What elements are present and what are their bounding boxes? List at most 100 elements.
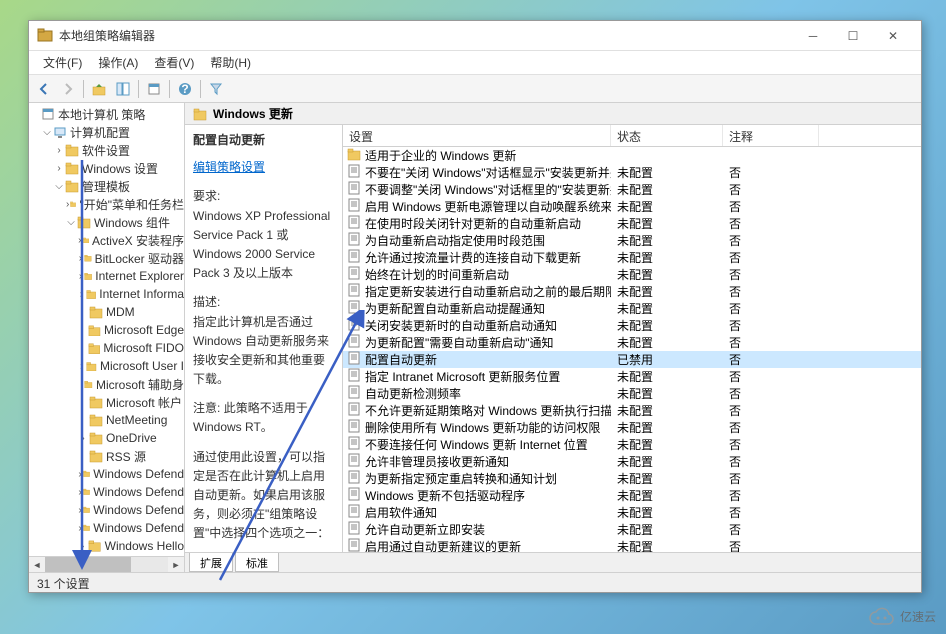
menu-file[interactable]: 文件(F) [35,52,90,73]
list-row[interactable]: 删除使用所有 Windows 更新功能的访问权限未配置否 [343,419,921,436]
list-row[interactable]: 为更新配置自动重新启动提醒通知未配置否 [343,300,921,317]
list-row[interactable]: 在使用时段关闭针对更新的自动重新启动未配置否 [343,215,921,232]
tree-item[interactable]: ›Internet Informa [29,285,184,303]
tab-standard[interactable]: 标准 [235,553,279,572]
maximize-button[interactable]: ☐ [833,22,873,50]
tree-computer-config[interactable]: ⌵计算机配置 [29,123,184,141]
help-button[interactable]: ? [174,78,196,100]
list-row[interactable]: 为更新配置"需要自动重新启动"通知未配置否 [343,334,921,351]
tree-item[interactable]: ⌵管理模板 [29,177,184,195]
list-row[interactable]: 不允许更新延期策略对 Windows 更新执行扫描未配置否 [343,402,921,419]
tree-item[interactable]: ›"开始"菜单和任务栏 [29,195,184,213]
list-row[interactable]: 关闭安装更新时的自动重新启动通知未配置否 [343,317,921,334]
setting-icon [347,198,361,215]
list-row[interactable]: 不要连接任何 Windows 更新 Internet 位置未配置否 [343,436,921,453]
titlebar[interactable]: 本地组策略编辑器 ─ ☐ ✕ [29,21,921,51]
tree-toggle[interactable]: ⌵ [53,181,65,192]
menu-help[interactable]: 帮助(H) [202,52,259,73]
tree-item[interactable]: ›Windows Defend [29,465,184,483]
setting-icon [347,181,361,198]
tree-toggle[interactable]: › [53,145,65,156]
list-row[interactable]: 为更新指定预定重启转换和通知计划未配置否 [343,470,921,487]
tree-label: Windows Hello [105,539,184,553]
tree-item[interactable]: ›ActiveX 安装程序 [29,231,184,249]
up-button[interactable] [88,78,110,100]
list-row[interactable]: 不要在"关闭 Windows"对话框显示"安装更新并关机"未配置否 [343,164,921,181]
list-row[interactable]: 启用通过自动更新建议的更新未配置否 [343,538,921,552]
close-button[interactable]: ✕ [873,22,913,50]
menu-action[interactable]: 操作(A) [90,52,146,73]
tree-hscroll[interactable]: ◄► [29,556,184,572]
tree-item[interactable]: ›Internet Explorer [29,267,184,285]
tree-label: OneDrive [106,431,157,445]
edit-policy-link[interactable]: 编辑 [193,160,217,174]
tree-toggle[interactable]: › [77,433,89,444]
tree-item[interactable]: ›Microsoft User I [29,357,184,375]
setting-state: 未配置 [611,521,723,538]
setting-comment: 否 [723,521,819,538]
list-row[interactable]: 始终在计划的时间重新启动未配置否 [343,266,921,283]
list-row[interactable]: 为自动重新启动指定使用时段范围未配置否 [343,232,921,249]
col-comment[interactable]: 注释 [723,125,819,146]
tree-toggle[interactable]: ⌵ [41,127,53,138]
list-row[interactable]: 自动更新检测频率未配置否 [343,385,921,402]
setting-name: 启用 Windows 更新电源管理以自动唤醒系统来安装计划的... [365,198,611,215]
list-row[interactable]: 允许非管理员接收更新通知未配置否 [343,453,921,470]
tree-toggle[interactable]: › [77,541,88,552]
forward-button[interactable] [57,78,79,100]
col-setting[interactable]: 设置 [343,125,611,146]
tree-item[interactable]: Microsoft 辅助身 [29,375,184,393]
list-row[interactable]: 指定 Intranet Microsoft 更新服务位置未配置否 [343,368,921,385]
tree-item[interactable]: ⌵Windows 组件 [29,213,184,231]
setting-name: 关闭安装更新时的自动重新启动通知 [365,317,557,334]
tree-item[interactable]: NetMeeting [29,411,184,429]
list-row[interactable]: 允许通过按流量计费的连接自动下载更新未配置否 [343,249,921,266]
tree-item[interactable]: › OneDrive [29,429,184,447]
setting-icon [347,402,361,419]
tree-item[interactable]: › 软件设置 [29,141,184,159]
tree-toggle[interactable]: › [77,253,84,264]
tree-item[interactable]: Microsoft Edge [29,321,184,339]
properties-button[interactable] [143,78,165,100]
setting-icon [347,538,361,552]
list-row[interactable]: 允许自动更新立即安装未配置否 [343,521,921,538]
menu-view[interactable]: 查看(V) [146,52,202,73]
folder-icon [89,449,103,463]
tree-item[interactable]: ›Windows Defend [29,483,184,501]
list-row[interactable]: 启用软件通知未配置否 [343,504,921,521]
tab-extended[interactable]: 扩展 [189,553,233,572]
filter-button[interactable] [205,78,227,100]
col-state[interactable]: 状态 [611,125,723,146]
setting-icon [347,368,361,385]
tree-label: 软件设置 [82,142,130,159]
minimize-button[interactable]: ─ [793,22,833,50]
tree-toggle[interactable]: › [77,289,86,300]
tree-item[interactable]: Microsoft FIDO [29,339,184,357]
list-row[interactable]: 配置自动更新已禁用否 [343,351,921,368]
list-row[interactable]: 启用 Windows 更新电源管理以自动唤醒系统来安装计划的...未配置否 [343,198,921,215]
setting-icon [347,385,361,402]
setting-name: 为自动重新启动指定使用时段范围 [365,232,545,249]
list-row[interactable]: 适用于企业的 Windows 更新 [343,147,921,164]
back-button[interactable] [33,78,55,100]
tree-toggle[interactable]: › [53,163,65,174]
tree-root[interactable]: 本地计算机 策略 [29,105,184,123]
show-hide-tree-button[interactable] [112,78,134,100]
settings-list[interactable]: 设置 状态 注释 适用于企业的 Windows 更新不要在"关闭 Windows… [343,125,921,552]
list-row[interactable]: Windows 更新不包括驱动程序未配置否 [343,487,921,504]
list-row[interactable]: 不要调整"关闭 Windows"对话框里的"安装更新并关机"的默...未配置否 [343,181,921,198]
tree-toggle[interactable]: ⌵ [65,217,77,228]
tree-item[interactable]: ›Windows 设置 [29,159,184,177]
policy-tree[interactable]: 本地计算机 策略⌵计算机配置 › 软件设置›Windows 设置⌵管理模板›"开始"… [29,103,184,556]
list-row[interactable]: 指定更新安装进行自动重新启动之前的最后期限未配置否 [343,283,921,300]
policy-settings-link[interactable]: 策略设置 [217,160,265,174]
tree-item[interactable]: MDM [29,303,184,321]
tree-item[interactable]: › Windows Hello [29,537,184,555]
tree-item[interactable]: ›Windows Defend [29,501,184,519]
tree-item[interactable]: RSS 源 [29,447,184,465]
tree-toggle[interactable]: › [77,361,86,372]
tree-item[interactable]: ›BitLocker 驱动器 [29,249,184,267]
tree-toggle[interactable]: › [77,271,84,282]
tree-item[interactable]: ›Windows Defend [29,519,184,537]
tree-item[interactable]: Microsoft 帐户 [29,393,184,411]
